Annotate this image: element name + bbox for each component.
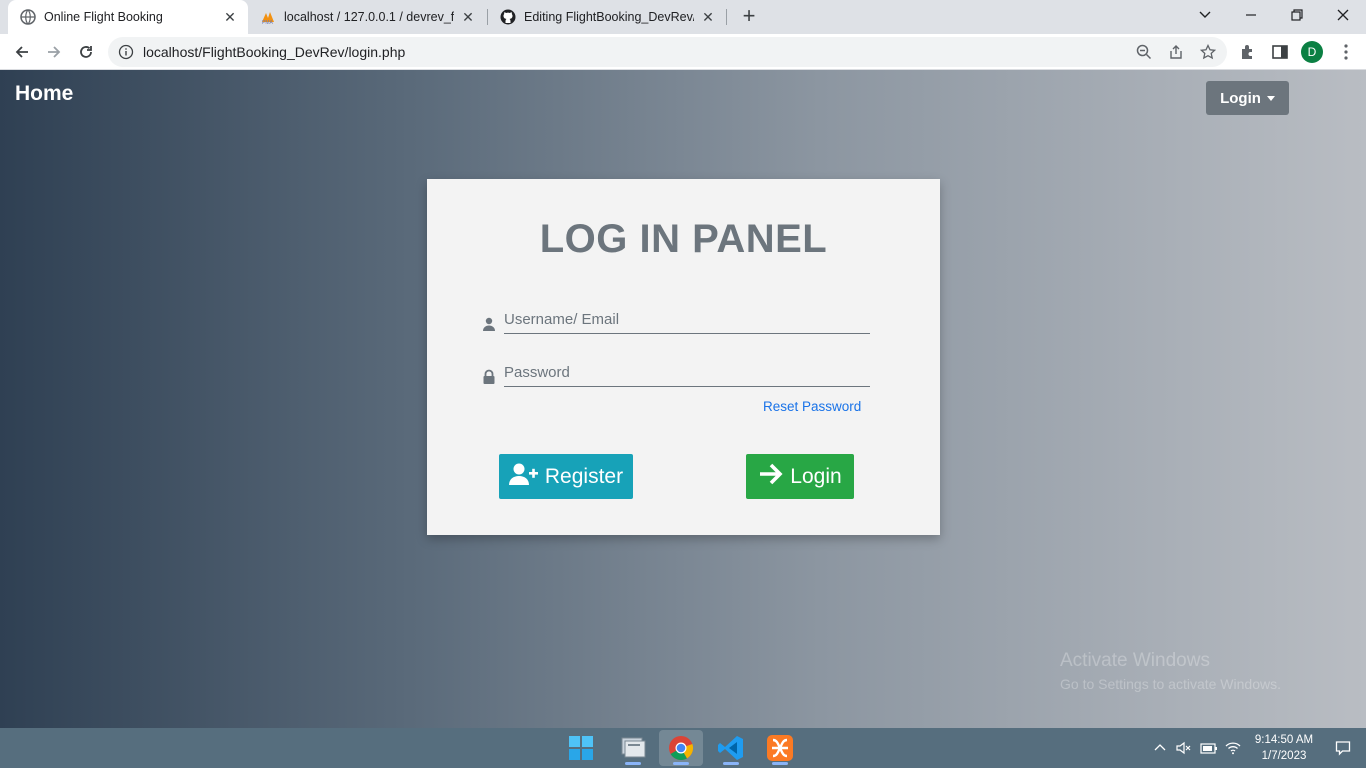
chevron-up-icon[interactable] — [1152, 740, 1168, 756]
github-icon — [500, 9, 516, 25]
clock-date: 1/7/2023 — [1261, 750, 1307, 762]
reload-button[interactable] — [72, 38, 100, 66]
side-panel-icon[interactable] — [1271, 43, 1289, 61]
page-viewport: Home Login LOG IN PANEL Reset Password R… — [0, 70, 1366, 728]
file-explorer-icon[interactable] — [611, 730, 655, 766]
password-input[interactable] — [504, 359, 870, 387]
tab-strip: Online Flight Booking ✕ PMA localhost / … — [0, 0, 1366, 34]
clock-time: 9:14:50 AM — [1254, 734, 1314, 746]
close-icon[interactable]: ✕ — [460, 9, 476, 25]
browser-toolbar: localhost/FlightBooking_DevRev/login.php… — [0, 34, 1366, 70]
running-indicator — [625, 762, 641, 765]
tab-search-button[interactable] — [1182, 0, 1228, 30]
more-menu-icon[interactable] — [1343, 43, 1349, 61]
tab-github[interactable]: Editing FlightBooking_DevRev/RE ✕ — [488, 0, 726, 34]
caret-down-icon — [1266, 95, 1275, 101]
forward-button[interactable] — [40, 38, 68, 66]
bookmark-star-icon[interactable] — [1199, 43, 1217, 60]
new-tab-button[interactable]: + — [737, 5, 761, 29]
restore-button[interactable] — [1274, 0, 1320, 30]
username-input[interactable] — [504, 306, 870, 334]
site-info-icon[interactable] — [118, 44, 134, 60]
username-row — [482, 306, 870, 336]
share-icon[interactable] — [1168, 44, 1184, 60]
taskbar: 9:14:50 AM 1/7/2023 — [0, 728, 1366, 768]
phpmyadmin-icon: PMA — [260, 9, 276, 25]
panel-title: LOG IN PANEL — [539, 217, 828, 261]
user-plus-icon — [508, 462, 539, 492]
profile-avatar[interactable]: D — [1301, 41, 1323, 63]
chrome-icon[interactable] — [659, 730, 703, 766]
home-link[interactable]: Home — [15, 82, 73, 106]
tab-title: Editing FlightBooking_DevRev/RE — [524, 10, 694, 24]
close-window-button[interactable] — [1320, 0, 1366, 30]
zoom-icon[interactable] — [1136, 44, 1152, 60]
windows-start-icon[interactable] — [559, 730, 603, 766]
tab-separator — [726, 9, 727, 25]
tab-title: Online Flight Booking — [44, 10, 163, 24]
running-indicator — [673, 762, 689, 765]
minimize-button[interactable] — [1228, 0, 1274, 30]
password-row — [482, 359, 870, 389]
register-button[interactable]: Register — [499, 454, 633, 499]
notification-icon[interactable] — [1335, 740, 1351, 756]
extensions-icon[interactable] — [1239, 43, 1257, 61]
svg-text:PMA: PMA — [262, 20, 274, 25]
back-button[interactable] — [8, 38, 36, 66]
activate-windows-title: Activate Windows — [1060, 650, 1210, 671]
login-dropdown-button[interactable]: Login — [1206, 81, 1289, 115]
globe-icon — [20, 9, 36, 25]
system-clock[interactable]: 9:14:50 AM 1/7/2023 — [1244, 732, 1324, 764]
register-label: Register — [544, 464, 624, 488]
tab-phpmyadmin[interactable]: PMA localhost / 127.0.0.1 / devrev_flig … — [248, 0, 486, 34]
url-text: localhost/FlightBooking_DevRev/login.php — [143, 44, 406, 60]
vscode-icon[interactable] — [709, 730, 753, 766]
running-indicator — [772, 762, 788, 765]
xampp-icon[interactable] — [758, 730, 802, 766]
login-button[interactable]: Login — [746, 454, 854, 499]
battery-icon[interactable] — [1200, 740, 1217, 756]
volume-muted-icon[interactable] — [1176, 740, 1192, 756]
activate-windows-subtitle: Go to Settings to activate Windows. — [1060, 676, 1281, 692]
user-icon — [482, 316, 496, 332]
arrow-right-icon — [758, 462, 784, 492]
tab-online-flight-booking[interactable]: Online Flight Booking ✕ — [8, 0, 248, 34]
address-bar[interactable]: localhost/FlightBooking_DevRev/login.php — [108, 37, 1227, 67]
login-label: Login — [790, 464, 842, 488]
running-indicator — [723, 762, 739, 765]
login-panel: LOG IN PANEL Reset Password Register L — [427, 179, 940, 535]
close-icon[interactable]: ✕ — [222, 9, 238, 25]
lock-icon — [482, 369, 496, 385]
wifi-icon[interactable] — [1225, 740, 1241, 756]
close-icon[interactable]: ✕ — [700, 9, 716, 25]
reset-password-link[interactable]: Reset Password — [763, 399, 861, 414]
tab-title: localhost / 127.0.0.1 / devrev_flig — [284, 10, 454, 24]
login-dropdown-label: Login — [1220, 89, 1261, 107]
